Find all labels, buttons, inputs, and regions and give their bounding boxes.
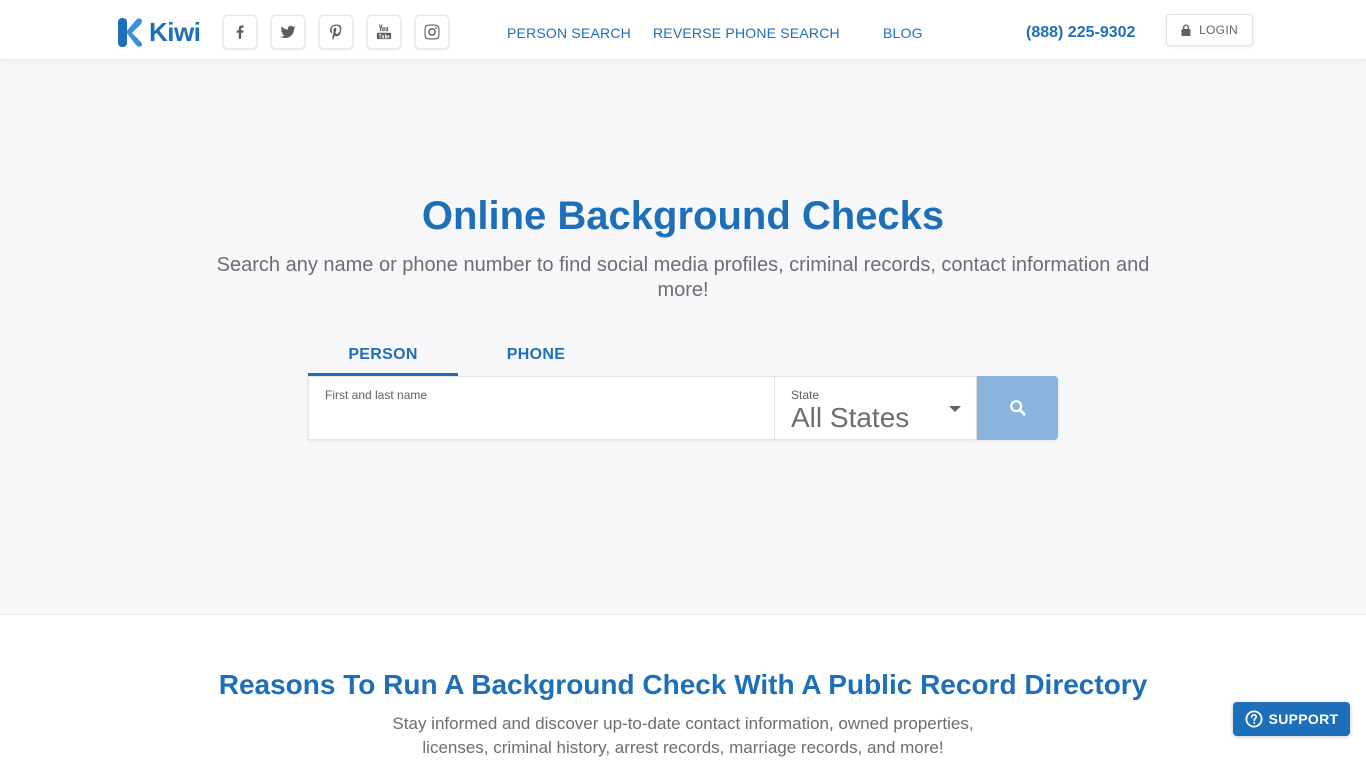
reasons-section: Reasons To Run A Background Check With A…: [0, 614, 1366, 768]
state-select-value: All States: [791, 402, 910, 433]
search-button[interactable]: [977, 376, 1058, 440]
page-title: Online Background Checks: [421, 194, 945, 238]
facebook-link[interactable]: [223, 15, 257, 49]
chevron-down-icon: [949, 406, 961, 412]
lock-icon: [1181, 24, 1191, 36]
youtube-link[interactable]: [367, 15, 401, 49]
pinterest-icon: [330, 24, 342, 40]
help-circle-icon: [1245, 710, 1263, 728]
search-icon: [1009, 400, 1026, 416]
site-header: Kiwi PERSON SEARCH REVERSE PHONE SEARCH …: [0, 0, 1366, 60]
nav-reverse-phone-search[interactable]: REVERSE PHONE SEARCH: [653, 25, 840, 41]
instagram-icon: [424, 24, 440, 40]
support-label: SUPPORT: [1268, 711, 1339, 727]
youtube-icon: [376, 24, 392, 40]
twitter-icon: [280, 25, 296, 38]
search-form: First and last name State All States: [308, 376, 977, 440]
facebook-icon: [236, 25, 244, 39]
nav-person-search[interactable]: PERSON SEARCH: [507, 25, 631, 41]
state-select-label: State: [791, 388, 820, 402]
tab-person[interactable]: PERSON: [308, 336, 458, 376]
reasons-title: Reasons To Run A Background Check With A…: [218, 669, 1148, 700]
reasons-subtitle: Stay informed and discover up-to-date co…: [392, 714, 974, 757]
kiwi-logo-icon: [118, 17, 143, 47]
nav-blog[interactable]: BLOG: [883, 25, 923, 41]
name-field-label: First and last name: [325, 388, 428, 402]
instagram-link[interactable]: [415, 15, 449, 49]
support-button[interactable]: SUPPORT: [1233, 702, 1350, 736]
phone-number-link[interactable]: (888) 225-9302: [1026, 24, 1135, 42]
login-button[interactable]: LOGIN: [1166, 14, 1253, 46]
name-input[interactable]: [323, 405, 763, 433]
pinterest-link[interactable]: [319, 15, 353, 49]
name-field[interactable]: First and last name: [309, 377, 774, 439]
hero-subtitle: Search any name or phone number to find …: [216, 254, 1150, 301]
logo-text: Kiwi: [149, 16, 201, 47]
kiwi-logo[interactable]: Kiwi: [117, 16, 201, 48]
twitter-link[interactable]: [271, 15, 305, 49]
state-select[interactable]: State All States: [774, 377, 977, 439]
tab-phone[interactable]: PHONE: [460, 336, 612, 376]
login-label: LOGIN: [1199, 23, 1238, 37]
